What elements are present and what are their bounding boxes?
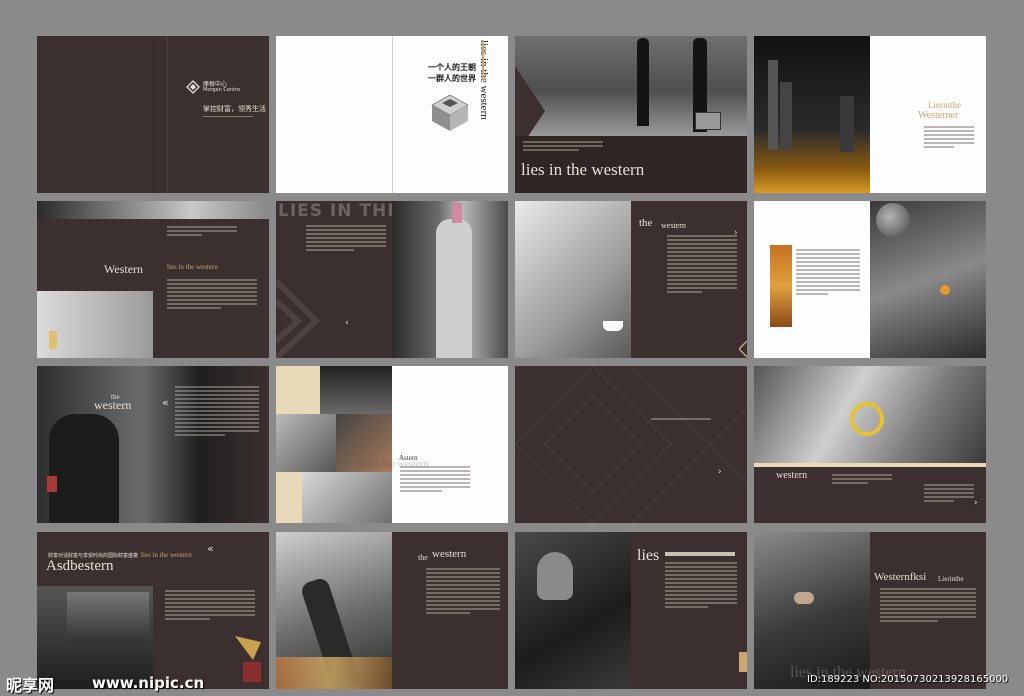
watermark-logo: 昵享网 <box>6 676 55 695</box>
cube-stack-icon <box>431 94 469 131</box>
briefcase-icon <box>695 112 721 130</box>
chevron-left-icon: « <box>162 396 169 409</box>
skyscraper <box>768 60 778 150</box>
spread-r2c2: LIES IN THE WESTERN ‹ <box>276 201 508 358</box>
diamond-logo-icon <box>186 80 200 94</box>
chevron-pattern-icon <box>276 278 321 358</box>
chevron-left-icon: « <box>207 542 214 555</box>
body-text <box>667 235 737 295</box>
spread-r1c2: 一个人的王朝 一群人的世界 lies in the western <box>276 36 508 193</box>
face <box>537 552 573 600</box>
title-the: the <box>639 217 653 229</box>
body-text <box>651 418 711 422</box>
man-figure <box>49 414 119 523</box>
spread-r1c4: Lierinthe Westerner <box>754 36 986 193</box>
spread-r2c4 <box>754 201 986 358</box>
body-text <box>167 226 237 238</box>
globe-icon <box>876 203 910 237</box>
spine-fold <box>153 36 154 193</box>
spread-title: lies <box>637 547 660 564</box>
orange-accent <box>940 285 950 295</box>
title-western: western <box>661 221 686 230</box>
pink-ribbon <box>452 203 462 223</box>
accent-bar <box>482 40 484 80</box>
city-river-photo <box>320 366 392 414</box>
spread-subtitle: lies in the western <box>167 263 218 271</box>
spread-r2c3: the western › <box>515 201 747 358</box>
watermark-bar: 昵享网 www.nipic.cn ID:189223 NO:2015073021… <box>0 662 1024 696</box>
diamond-line-pattern-icon <box>515 366 747 523</box>
collage-photo <box>276 414 336 472</box>
body-text <box>924 484 974 504</box>
beige-band <box>754 463 986 467</box>
spread-title: lies in the western <box>521 160 645 179</box>
title-western: western <box>94 398 132 412</box>
coffee-cup-icon <box>603 321 623 331</box>
spine-fold <box>167 36 168 193</box>
brand-en: Morgan Centre <box>203 87 241 93</box>
watermark-site: www.nipic.cn <box>92 674 205 692</box>
wine-glass-icon <box>49 331 57 349</box>
title-2: Lierinthe <box>938 575 964 583</box>
person-silhouette <box>637 38 649 126</box>
body-text <box>167 279 257 311</box>
chevron-right-icon: › <box>718 467 722 477</box>
spread-r3c2: lies in the western Astern <box>276 366 508 523</box>
vertical-tagline: lies in the western <box>478 40 490 120</box>
spread-r3c4: western › <box>754 366 986 523</box>
body-text <box>523 141 603 153</box>
title-1: Westernfksi <box>874 571 927 583</box>
title-the: the <box>418 553 428 562</box>
chevron-left-icon: ‹ <box>345 318 349 328</box>
body-text <box>175 386 259 438</box>
body-text <box>400 466 470 494</box>
headline-1: 一个人的王朝 <box>428 63 476 72</box>
body-text <box>796 249 860 297</box>
body-text <box>306 225 386 253</box>
spread-r1c3: lies in the western <box>515 36 747 193</box>
spread-title: Western <box>104 262 144 276</box>
title-2: Westerner <box>918 110 959 121</box>
skyscraper <box>840 96 854 152</box>
slogan: 掌控财富，领秀生活 <box>203 105 266 113</box>
handshake <box>794 592 814 604</box>
corner-accent-icon <box>739 341 747 357</box>
city-view <box>67 592 149 642</box>
photo-strip <box>37 201 269 219</box>
beige-block <box>276 472 302 523</box>
title-1: Lierinthe <box>928 100 961 110</box>
title-western: western <box>432 548 467 560</box>
spread-title: Astern <box>399 454 418 462</box>
spread-r3c1: the western « <box>37 366 269 523</box>
beige-block <box>276 366 320 414</box>
food-strip-photo <box>770 245 792 327</box>
wine-glass-icon <box>47 476 57 492</box>
body-text <box>924 126 974 150</box>
skyscraper <box>780 82 792 150</box>
coffee-photo <box>302 472 392 523</box>
spine-fold <box>392 36 393 193</box>
divider <box>203 116 253 117</box>
woman-at-cafe-photo <box>515 201 631 358</box>
yellow-accent-ring <box>850 402 884 436</box>
spread-r3c3: › <box>515 366 747 523</box>
watermark-id: ID:189223 NO:20150730213928165000 <box>807 674 1009 685</box>
dress-figure <box>436 219 472 358</box>
spread-title: Asdbestern <box>46 558 114 574</box>
spread-tag: lies in the western <box>141 551 192 559</box>
accent-bar <box>665 552 735 556</box>
body-text <box>165 590 255 622</box>
spread-r2c1: Western lies in the western <box>37 201 269 358</box>
chevron-right-icon: › <box>974 498 978 508</box>
body-text <box>832 474 892 486</box>
chevron-right-icon: › <box>734 228 738 238</box>
spread-r1c1: 摩根中心 Morgan Centre 掌控财富，领秀生活 <box>37 36 269 193</box>
body-text <box>665 562 737 610</box>
spread-title: western <box>776 470 808 481</box>
body-text <box>426 568 500 616</box>
headline-2: 一群人的世界 <box>428 74 476 83</box>
body-text <box>880 588 976 624</box>
